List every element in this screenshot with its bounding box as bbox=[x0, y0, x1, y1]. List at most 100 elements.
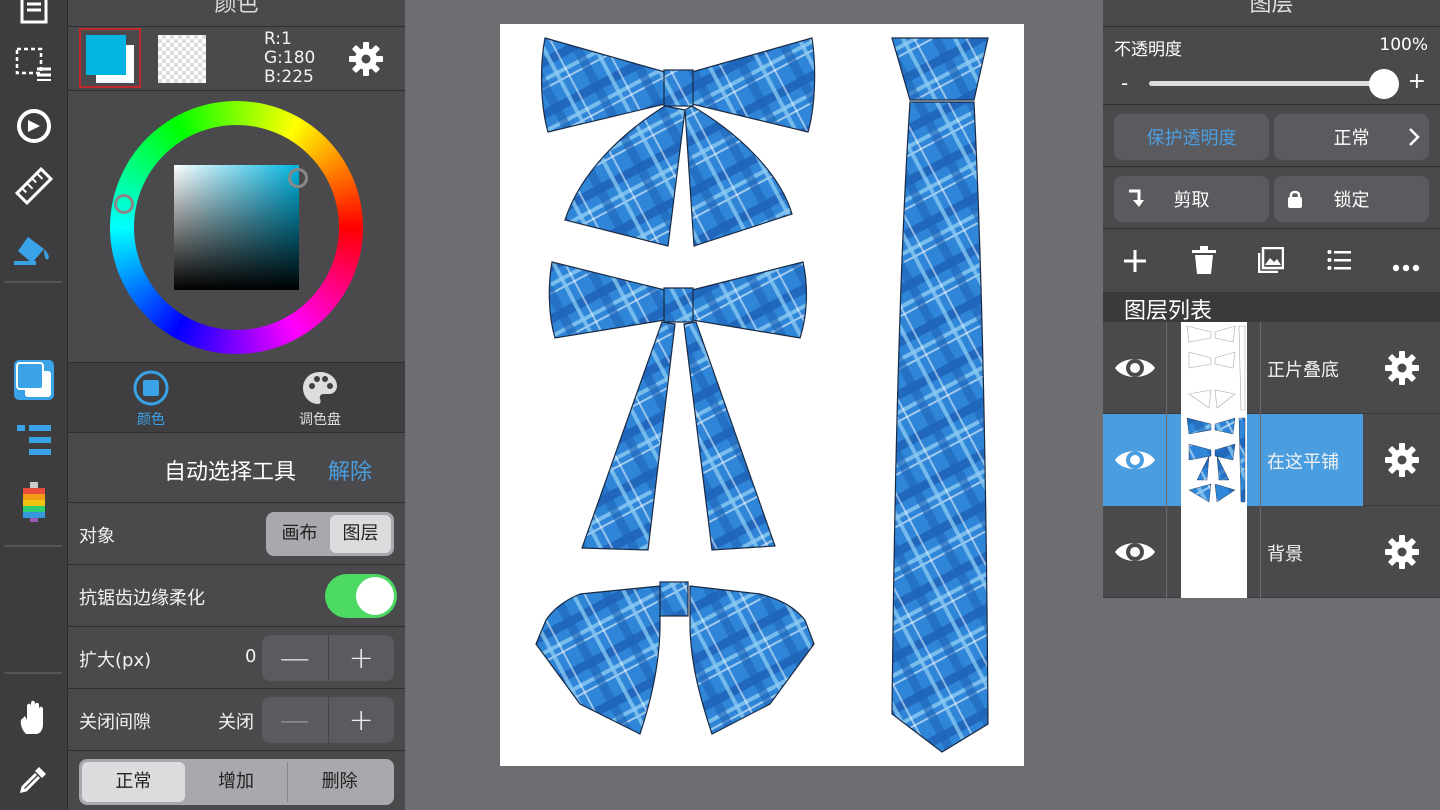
layer-settings-gear-icon[interactable] bbox=[1384, 350, 1420, 390]
target-row: 对象 画布 图层 bbox=[68, 502, 405, 564]
opacity-label: 不透明度 bbox=[1114, 40, 1182, 60]
layer-list-title: 图层列表 bbox=[1124, 299, 1213, 324]
layer-thumbnail bbox=[1181, 414, 1247, 506]
hue-handle[interactable] bbox=[114, 194, 134, 214]
bow-2-right-wing bbox=[691, 261, 808, 339]
selection-icon[interactable] bbox=[10, 40, 58, 88]
app-window: 颜色 R:1 G:180 B:225 颜色 调色盘 自动选择工具 解除 对象 画… bbox=[0, 0, 1440, 810]
tab-color-label: 颜色 bbox=[137, 412, 165, 428]
layer-settings-gear-icon[interactable] bbox=[1384, 534, 1420, 574]
blend-mode-button[interactable]: 正常 bbox=[1274, 114, 1429, 160]
more-icon[interactable] bbox=[1392, 257, 1420, 276]
layer-row[interactable]: 正片叠底 bbox=[1103, 322, 1440, 414]
antialias-label: 抗锯齿边缘柔化 bbox=[79, 588, 205, 609]
clip-lock-row: 剪取 锁定 bbox=[1103, 166, 1440, 228]
protect-transparency-button[interactable]: 保护透明度 bbox=[1114, 114, 1269, 160]
expand-minus-button[interactable]: — bbox=[262, 635, 328, 681]
mode-row: 正常 增加 删除 bbox=[68, 750, 405, 810]
color-settings-gear-icon[interactable] bbox=[348, 41, 384, 81]
toolbar-divider bbox=[4, 672, 62, 674]
add-layer-icon[interactable] bbox=[1121, 247, 1149, 279]
antialias-toggle[interactable] bbox=[325, 574, 397, 618]
fill-bucket-icon[interactable] bbox=[10, 225, 58, 273]
layer-name: 正片叠底 bbox=[1267, 360, 1339, 381]
clip-label: 剪取 bbox=[1173, 190, 1210, 211]
opacity-section: 不透明度 100% - + bbox=[1103, 26, 1440, 104]
layer-list-header: 图层列表 bbox=[1103, 292, 1440, 324]
visibility-eye-icon[interactable] bbox=[1113, 440, 1157, 484]
brush-stroke-icon[interactable] bbox=[10, 478, 58, 526]
toolbar-divider bbox=[4, 281, 62, 283]
layer-settings-gear-icon[interactable] bbox=[1384, 442, 1420, 482]
target-label: 对象 bbox=[79, 526, 115, 547]
tab-palette[interactable]: 调色盘 bbox=[270, 369, 370, 429]
clip-button[interactable]: 剪取 bbox=[1114, 176, 1269, 222]
rotate-icon[interactable] bbox=[10, 102, 58, 150]
layer-panel: 图层 不透明度 100% - + 保护透明度 正常 剪取 锁定 图层列表 正片叠… bbox=[1103, 0, 1440, 810]
left-toolbar bbox=[0, 0, 68, 810]
bow-1-knot bbox=[663, 69, 694, 107]
layer-image-icon[interactable] bbox=[1257, 246, 1285, 277]
layer-list-options-icon[interactable] bbox=[1327, 249, 1351, 275]
saturation-square[interactable] bbox=[174, 165, 299, 290]
transparent-color-swatch[interactable] bbox=[158, 35, 206, 83]
clip-arrow-icon bbox=[1129, 189, 1144, 207]
layer-list-empty-area bbox=[1103, 598, 1440, 810]
release-button[interactable]: 解除 bbox=[328, 454, 372, 486]
color-panel: 颜色 R:1 G:180 B:225 颜色 调色盘 自动选择工具 解除 对象 画… bbox=[68, 0, 405, 810]
target-segmented: 画布 图层 bbox=[266, 512, 394, 556]
layer-menu-icon[interactable] bbox=[10, 416, 58, 464]
mode-delete[interactable]: 删除 bbox=[288, 762, 391, 802]
rgb-b: B:225 bbox=[264, 67, 314, 87]
mode-segmented: 正常 增加 删除 bbox=[79, 759, 394, 805]
canvas-sheet[interactable] bbox=[500, 24, 1024, 766]
bow-1-right-tail bbox=[684, 105, 793, 247]
visibility-eye-icon[interactable] bbox=[1113, 532, 1157, 576]
eyedropper-icon[interactable] bbox=[10, 755, 58, 803]
tool-title: 自动选择工具 bbox=[164, 460, 297, 485]
gap-close-minus-button[interactable]: — bbox=[262, 697, 328, 743]
primary-color-swatch[interactable] bbox=[79, 28, 141, 88]
tie-knot bbox=[891, 37, 989, 101]
tab-palette-label: 调色盘 bbox=[299, 412, 341, 428]
tab-color[interactable]: 颜色 bbox=[101, 369, 201, 429]
layer-thumbnail bbox=[1181, 506, 1247, 598]
lock-button[interactable]: 锁定 bbox=[1274, 176, 1429, 222]
color-wheel-area bbox=[68, 90, 405, 362]
layer-thumbnail bbox=[1181, 322, 1247, 414]
delete-layer-icon[interactable] bbox=[1192, 246, 1216, 280]
gap-close-plus-button[interactable]: + bbox=[329, 697, 395, 743]
bow-2-left-tail bbox=[581, 321, 676, 551]
opacity-minus-button[interactable]: - bbox=[1121, 71, 1128, 95]
mode-add[interactable]: 增加 bbox=[185, 762, 289, 802]
layer-row[interactable]: 背景 bbox=[1103, 506, 1440, 598]
opacity-plus-button[interactable]: + bbox=[1408, 69, 1426, 94]
saturation-handle[interactable] bbox=[288, 168, 308, 188]
expand-value: 0 bbox=[245, 646, 257, 667]
color-header: R:1 G:180 B:225 bbox=[68, 26, 405, 90]
color-swatch-icon[interactable] bbox=[10, 356, 58, 404]
layers-list-icon[interactable] bbox=[10, 0, 58, 32]
gap-close-stepper: — + bbox=[262, 697, 394, 743]
artwork bbox=[535, 37, 989, 753]
expand-label: 扩大(px) bbox=[79, 650, 152, 671]
layer-name: 背景 bbox=[1267, 544, 1303, 565]
target-option-layer[interactable]: 图层 bbox=[330, 515, 391, 553]
expand-plus-button[interactable]: + bbox=[329, 635, 395, 681]
visibility-eye-icon[interactable] bbox=[1113, 348, 1157, 392]
canvas-area[interactable] bbox=[405, 0, 1103, 810]
layer-row-selected[interactable]: 在这平铺 bbox=[1103, 414, 1440, 506]
bow-1-left-tail bbox=[564, 105, 686, 247]
ruler-icon[interactable] bbox=[10, 162, 58, 210]
gap-close-label: 关闭间隙 bbox=[79, 712, 151, 733]
mode-normal[interactable]: 正常 bbox=[82, 762, 185, 802]
expand-row: 扩大(px) 0 — + bbox=[68, 626, 405, 688]
opacity-slider-track[interactable] bbox=[1149, 81, 1391, 86]
target-option-canvas[interactable]: 画布 bbox=[269, 515, 330, 553]
chevron-right-icon bbox=[1409, 128, 1420, 146]
layer-name: 在这平铺 bbox=[1267, 452, 1339, 473]
opacity-slider-thumb[interactable] bbox=[1369, 69, 1399, 99]
bow-3-right-wing bbox=[689, 585, 815, 735]
hand-icon[interactable] bbox=[10, 694, 58, 742]
tool-header: 自动选择工具 解除 bbox=[68, 432, 405, 502]
